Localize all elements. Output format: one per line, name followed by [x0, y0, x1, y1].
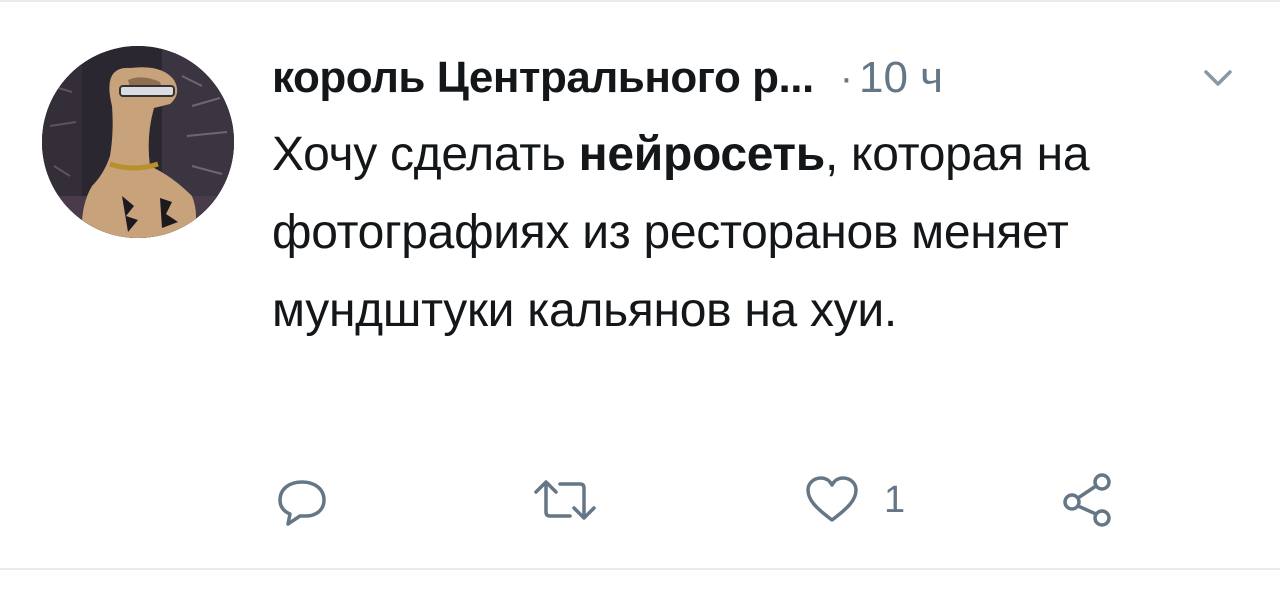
tweet-text: Хочу сделать нейросеть, которая на фотог… [272, 116, 1252, 350]
chevron-down-icon[interactable] [1198, 64, 1238, 94]
bottom-divider [0, 568, 1280, 570]
retweet-button[interactable] [530, 470, 600, 530]
timestamp[interactable]: 10 ч [859, 53, 943, 103]
retweet-icon [534, 480, 596, 520]
tweet-card[interactable]: король Центрального р... · 10 ч Хочу сде… [0, 0, 1280, 595]
like-button[interactable]: 1 [802, 470, 905, 530]
tweet-text-bold: нейросеть [578, 128, 826, 181]
share-icon [1063, 473, 1111, 527]
tweet-actions: 1 [272, 470, 1152, 530]
reply-icon [278, 480, 326, 526]
reply-button[interactable] [272, 470, 332, 530]
tweet-header: король Центрального р... · 10 ч [272, 50, 943, 106]
avatar[interactable] [42, 46, 234, 238]
like-count: 1 [884, 478, 906, 521]
author-name[interactable]: король Центрального р... [272, 53, 814, 103]
avatar-image [42, 46, 234, 238]
heart-icon [806, 476, 858, 522]
top-divider [0, 0, 1280, 2]
share-button[interactable] [1058, 470, 1118, 530]
tweet-text-part1: Хочу сделать [272, 128, 579, 181]
separator-dot: · [839, 55, 854, 100]
